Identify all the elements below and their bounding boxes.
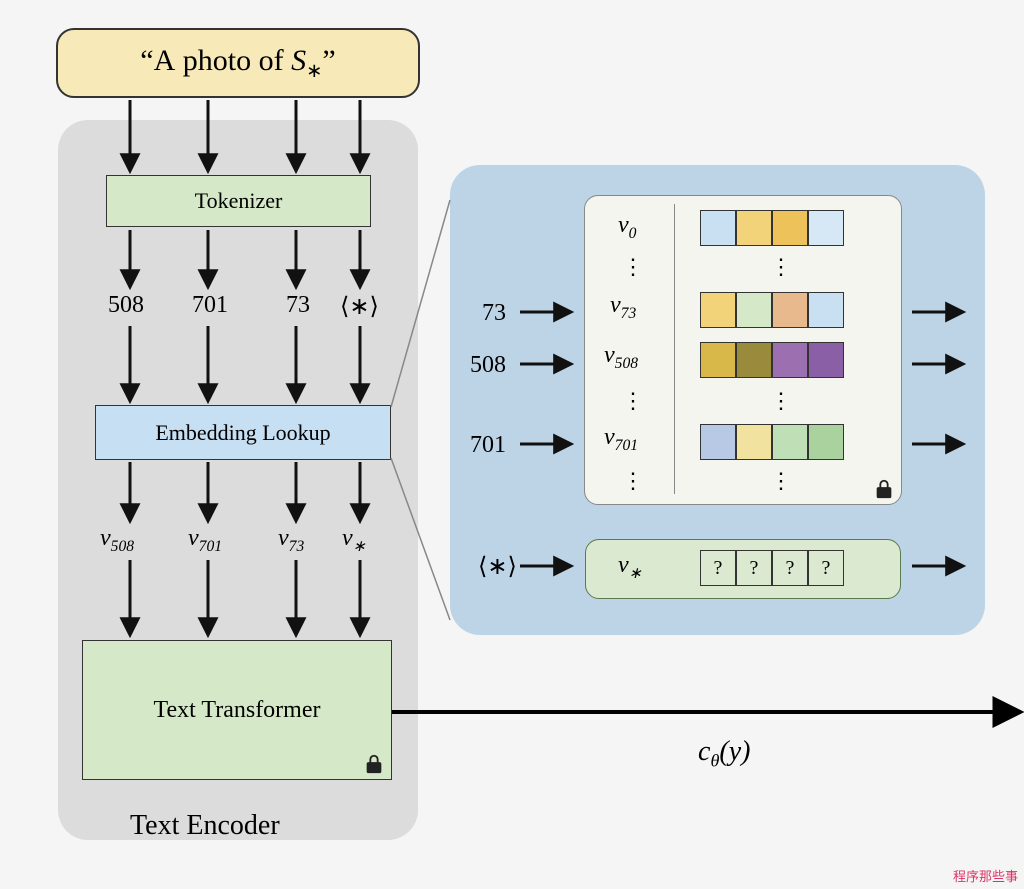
token-508: 508 (108, 292, 144, 319)
embed-out-star: v∗ (342, 525, 366, 556)
unknown-cell: ? (808, 550, 844, 586)
token-73: 73 (286, 292, 310, 319)
vdots-icon: ⋮ (622, 468, 644, 494)
vdots-icon: ⋮ (622, 388, 644, 414)
vdots-icon: ⋮ (622, 254, 644, 280)
row-label-v508: v508 (604, 342, 638, 373)
embed-out-508: v508 (100, 525, 134, 556)
transformer-label: Text Transformer (154, 697, 321, 724)
embedding-lookup-block: Embedding Lookup (95, 405, 391, 460)
watermark-text: 程序那些事 (953, 866, 1018, 885)
vector-cells-v73 (700, 292, 844, 328)
embed-out-701: v701 (188, 525, 222, 556)
row-label-v73: v73 (610, 292, 636, 323)
vector-cells-v508 (700, 342, 844, 378)
row-label-v701: v701 (604, 424, 638, 455)
token-701: 701 (192, 292, 228, 319)
lookup-in-701: 701 (470, 432, 506, 459)
table-divider (674, 204, 675, 494)
lookup-in-star: ⟨∗⟩ (478, 552, 517, 581)
lookup-in-508: 508 (470, 352, 506, 379)
unknown-cell: ? (736, 550, 772, 586)
vector-cells-vstar: ? ? ? ? (700, 550, 844, 586)
embed-out-73: v73 (278, 525, 304, 556)
input-prompt-text: “A photo of S∗” (140, 44, 335, 83)
diagram-root: “A photo of S∗” Tokenizer 508 701 73 ⟨∗⟩… (0, 0, 1024, 889)
vdots-icon: ⋮ (770, 254, 792, 280)
row-label-v0: v0 (618, 212, 636, 243)
lookup-in-73: 73 (482, 300, 506, 327)
tokenizer-block: Tokenizer (106, 175, 371, 227)
input-prompt-box: “A photo of S∗” (56, 28, 420, 98)
vector-cells-v0 (700, 210, 844, 246)
token-star: ⟨∗⟩ (340, 292, 379, 321)
vector-cells-v701 (700, 424, 844, 460)
vdots-icon: ⋮ (770, 388, 792, 414)
unknown-cell: ? (772, 550, 808, 586)
row-label-vstar: v∗ (618, 552, 642, 583)
text-transformer-block: Text Transformer (82, 640, 392, 780)
lock-icon (363, 753, 385, 775)
text-encoder-label: Text Encoder (130, 810, 280, 842)
output-label: cθ(y) (698, 736, 750, 772)
unknown-cell: ? (700, 550, 736, 586)
vdots-icon: ⋮ (770, 468, 792, 494)
tokenizer-label: Tokenizer (195, 188, 283, 214)
embedding-label: Embedding Lookup (155, 420, 330, 446)
lock-icon (873, 478, 895, 500)
